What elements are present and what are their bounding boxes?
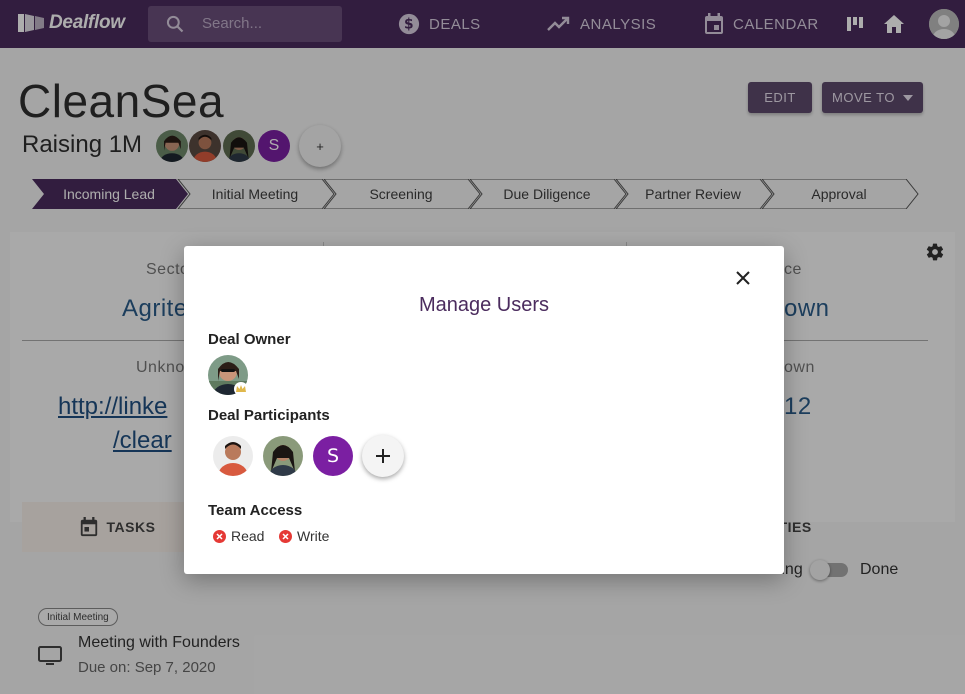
access-read[interactable]: Read xyxy=(213,528,264,544)
dialog-title: Manage Users xyxy=(418,294,550,316)
access-write[interactable]: Write xyxy=(279,528,329,544)
person-photo-icon xyxy=(263,436,303,476)
manage-users-dialog: Manage Users Deal Owner Deal Participant… xyxy=(184,246,784,574)
close-icon xyxy=(736,271,750,285)
modal-backdrop-top xyxy=(0,0,965,48)
access-write-label: Write xyxy=(297,528,330,544)
team-access-heading: Team Access xyxy=(208,502,303,519)
add-participant-button[interactable] xyxy=(362,435,404,477)
close-button[interactable] xyxy=(731,266,755,290)
crown-icon xyxy=(236,385,246,392)
denied-icon xyxy=(279,529,292,543)
deal-participants-heading: Deal Participants xyxy=(208,407,330,424)
person-photo-icon xyxy=(213,436,253,476)
access-read-label: Read xyxy=(231,528,265,544)
denied-icon xyxy=(213,529,226,543)
owner-crown-badge xyxy=(234,382,248,396)
plus-icon xyxy=(376,449,390,463)
deal-owner-heading: Deal Owner xyxy=(208,331,291,348)
participant-avatar-initial[interactable]: S xyxy=(313,436,353,476)
participant-avatar[interactable] xyxy=(213,436,253,476)
participant-avatar[interactable] xyxy=(263,436,303,476)
